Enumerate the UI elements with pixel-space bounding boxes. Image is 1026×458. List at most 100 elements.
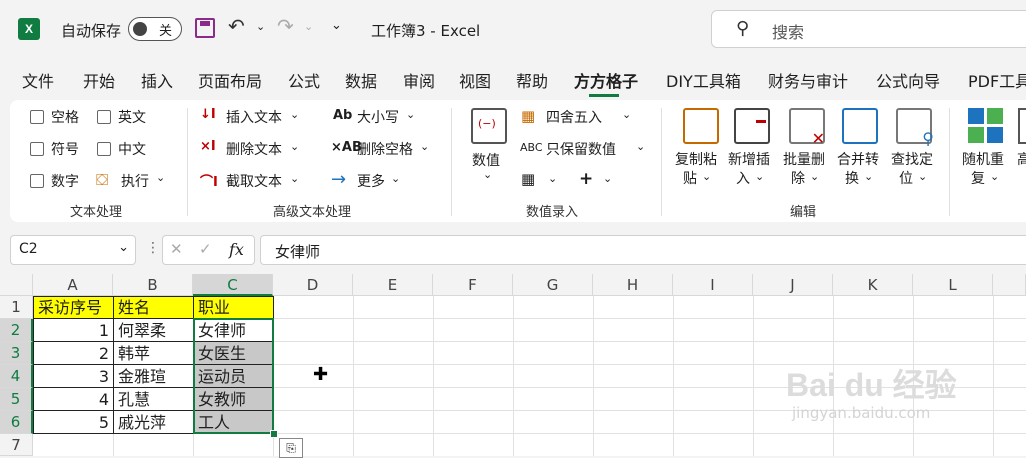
cell-a2[interactable]: 1 bbox=[34, 319, 113, 342]
random-repeat-button-line2[interactable]: 复 bbox=[971, 168, 985, 188]
cell-a6[interactable]: 5 bbox=[34, 411, 113, 434]
enter-icon[interactable]: ✓ bbox=[199, 240, 212, 258]
find-locate-button[interactable]: 查找定 bbox=[891, 149, 933, 169]
plus-button[interactable]: + bbox=[579, 169, 593, 189]
cancel-icon[interactable]: ✕ bbox=[170, 240, 183, 258]
more-button[interactable]: 更多 bbox=[357, 171, 385, 191]
tab-help[interactable]: 帮助 bbox=[516, 68, 548, 92]
round-dropdown-icon[interactable]: ⌄ bbox=[622, 108, 631, 121]
random-repeat-button[interactable]: 随机重 bbox=[962, 149, 1004, 169]
redo-icon[interactable]: ↷ bbox=[277, 14, 294, 38]
next-tool-button[interactable]: 高 bbox=[1017, 149, 1026, 169]
cell-c4[interactable]: 运动员 bbox=[194, 365, 273, 388]
case-dropdown-icon[interactable]: ⌄ bbox=[406, 108, 415, 121]
delete-space-button[interactable]: 删除空格 bbox=[357, 139, 413, 159]
next-tool-icon[interactable] bbox=[1018, 108, 1026, 144]
more-options-icon[interactable]: ⋮ bbox=[146, 240, 160, 256]
insert-function-icon[interactable]: fx bbox=[229, 240, 244, 259]
select-all-corner[interactable] bbox=[0, 274, 33, 296]
cell-b3[interactable]: 韩苹 bbox=[114, 342, 193, 365]
tab-finance-audit[interactable]: 财务与审计 bbox=[768, 68, 848, 92]
tab-data[interactable]: 数据 bbox=[345, 68, 377, 92]
row-header-2[interactable]: 2 bbox=[0, 319, 33, 342]
add-insert-button[interactable]: 新增插 bbox=[728, 149, 770, 169]
column-header-e[interactable]: E bbox=[353, 274, 433, 296]
merge-convert-button[interactable]: 合并转 bbox=[837, 149, 879, 169]
find-locate-button-line2[interactable]: 位 bbox=[899, 168, 913, 188]
value-icon[interactable]: (−) bbox=[471, 108, 507, 144]
add-insert-icon[interactable] bbox=[734, 108, 770, 144]
tab-review[interactable]: 审阅 bbox=[403, 68, 435, 92]
delete-text-dropdown-icon[interactable]: ⌄ bbox=[290, 140, 299, 153]
copy-paste-dropdown-icon[interactable]: ⌄ bbox=[702, 170, 711, 183]
merge-convert-dropdown-icon[interactable]: ⌄ bbox=[864, 170, 873, 183]
quick-analysis-icon[interactable]: ⎘ bbox=[279, 438, 303, 458]
case-button[interactable]: 大小写 bbox=[357, 107, 399, 127]
merge-convert-icon[interactable] bbox=[842, 108, 878, 144]
row-header-3[interactable]: 3 bbox=[0, 342, 33, 365]
random-repeat-icon[interactable] bbox=[968, 108, 1004, 144]
tab-insert[interactable]: 插入 bbox=[141, 68, 173, 92]
tab-pdf-tools[interactable]: PDF工具 bbox=[968, 68, 1026, 92]
batch-delete-icon[interactable]: ✕ bbox=[789, 108, 825, 148]
edit-grid-dropdown-icon[interactable]: ⌄ bbox=[548, 172, 557, 185]
find-locate-icon[interactable]: ⚲ bbox=[896, 108, 934, 148]
cell-b5[interactable]: 孔慧 bbox=[114, 388, 193, 411]
row-header-7[interactable]: 7 bbox=[0, 434, 33, 456]
cell-a5[interactable]: 4 bbox=[34, 388, 113, 411]
cell-c2[interactable]: 女律师 bbox=[194, 319, 273, 342]
checkbox-symbol[interactable] bbox=[30, 142, 44, 156]
cell-b4[interactable]: 金雅瑄 bbox=[114, 365, 193, 388]
column-header-h[interactable]: H bbox=[593, 274, 673, 296]
checkbox-chinese[interactable] bbox=[97, 142, 111, 156]
column-header-a[interactable]: A bbox=[33, 274, 113, 296]
cell-c1[interactable]: 职业 bbox=[194, 296, 273, 319]
random-repeat-dropdown-icon[interactable]: ⌄ bbox=[990, 170, 999, 183]
name-box-dropdown-icon[interactable]: ⌄ bbox=[118, 240, 129, 255]
more-dropdown-icon[interactable]: ⌄ bbox=[391, 172, 400, 185]
customize-toolbar-icon[interactable]: ⌄ bbox=[331, 18, 342, 33]
add-insert-button-line2[interactable]: 入 bbox=[736, 168, 750, 188]
row-header-6[interactable]: 6 bbox=[0, 411, 33, 434]
batch-delete-button-line2[interactable]: 除 bbox=[791, 168, 805, 188]
cell-b6[interactable]: 戚光萍 bbox=[114, 411, 193, 434]
column-header-l[interactable]: L bbox=[913, 274, 993, 296]
autosave-toggle[interactable]: 关 bbox=[128, 17, 182, 41]
insert-text-dropdown-icon[interactable]: ⌄ bbox=[290, 108, 299, 121]
copy-paste-button[interactable]: 复制粘 bbox=[675, 149, 717, 169]
column-header-i[interactable]: I bbox=[673, 274, 753, 296]
cell-c5[interactable]: 女教师 bbox=[194, 388, 273, 411]
column-header-f[interactable]: F bbox=[433, 274, 513, 296]
cell-b2[interactable]: 何翠柔 bbox=[114, 319, 193, 342]
edit-grid-icon[interactable]: ▦ bbox=[521, 170, 535, 188]
search-box[interactable]: ⚲ 搜索 bbox=[711, 10, 1026, 48]
column-header-g[interactable]: G bbox=[513, 274, 593, 296]
round-button[interactable]: 四舍五入 bbox=[546, 107, 602, 127]
checkbox-space[interactable] bbox=[30, 110, 44, 124]
cell-a3[interactable]: 2 bbox=[34, 342, 113, 365]
insert-text-button[interactable]: 插入文本 bbox=[226, 107, 282, 127]
keep-value-dropdown-icon[interactable]: ⌄ bbox=[636, 140, 645, 153]
column-header-b[interactable]: B bbox=[113, 274, 193, 296]
value-button[interactable]: 数值 bbox=[472, 150, 500, 170]
redo-dropdown-icon[interactable]: ⌄ bbox=[304, 20, 313, 33]
cell-a1[interactable]: 采访序号 bbox=[34, 296, 113, 319]
value-dropdown-icon[interactable]: ⌄ bbox=[483, 168, 492, 181]
tab-file[interactable]: 文件 bbox=[22, 68, 54, 92]
tab-diy-toolbox[interactable]: DIY工具箱 bbox=[666, 68, 741, 92]
checkbox-english[interactable] bbox=[97, 110, 111, 124]
tab-view[interactable]: 视图 bbox=[459, 68, 491, 92]
column-header-m[interactable] bbox=[993, 274, 1026, 296]
execute-button[interactable]: 执行 bbox=[121, 171, 149, 191]
fill-handle[interactable] bbox=[270, 430, 278, 438]
column-header-j[interactable]: J bbox=[753, 274, 833, 296]
tab-page-layout[interactable]: 页面布局 bbox=[198, 68, 262, 92]
column-header-k[interactable]: K bbox=[833, 274, 913, 296]
cell-a4[interactable]: 3 bbox=[34, 365, 113, 388]
copy-paste-button-line2[interactable]: 贴 bbox=[683, 168, 697, 188]
delete-text-button[interactable]: 删除文本 bbox=[226, 139, 282, 159]
extract-text-dropdown-icon[interactable]: ⌄ bbox=[290, 172, 299, 185]
column-header-c[interactable]: C bbox=[193, 274, 273, 296]
column-header-d[interactable]: D bbox=[273, 274, 353, 296]
row-header-4[interactable]: 4 bbox=[0, 365, 33, 388]
